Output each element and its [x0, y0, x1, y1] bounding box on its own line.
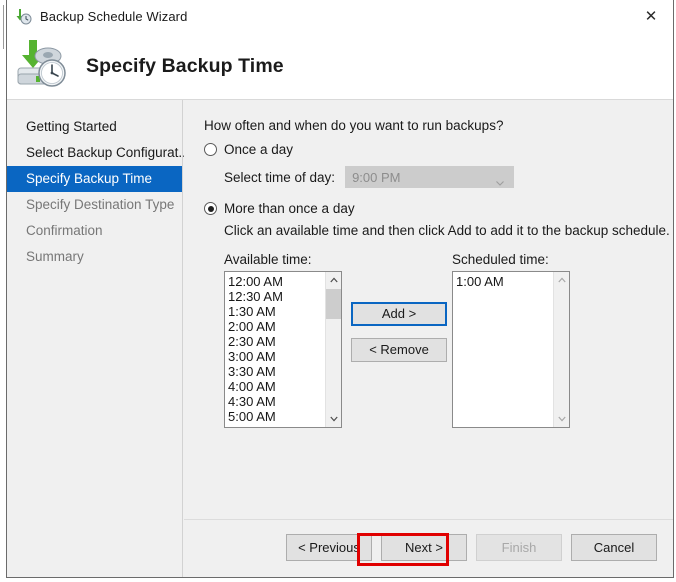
finish-button: Finish: [476, 534, 562, 561]
sidebar-item-label: Select Backup Configurat...: [26, 145, 190, 160]
next-button[interactable]: Next >: [381, 534, 467, 561]
scheduled-time-items: 1:00 AM: [453, 272, 552, 289]
list-item[interactable]: 1:00 AM: [456, 274, 552, 289]
available-time-label: Available time:: [224, 252, 312, 267]
radio-once-a-day[interactable]: Once a day: [204, 142, 673, 157]
list-item[interactable]: 12:30 AM: [228, 289, 324, 304]
sidebar-item-select-backup-configuration[interactable]: Select Backup Configurat...: [7, 140, 190, 166]
available-time-scrollbar[interactable]: [325, 272, 341, 427]
list-item[interactable]: 4:30 AM: [228, 394, 324, 409]
disk-drive-clock-icon: [12, 38, 74, 94]
page-title: Specify Backup Time: [86, 54, 284, 77]
radio-once-a-day-indicator: [204, 143, 217, 156]
list-item[interactable]: 4:00 AM: [228, 379, 324, 394]
sidebar-item-getting-started[interactable]: Getting Started: [7, 114, 182, 140]
radio-more-than-once-indicator: [204, 202, 217, 215]
wizard-footer: < Previous Next > Finish Cancel: [184, 519, 673, 577]
sidebar-item-label: Summary: [26, 249, 84, 264]
close-icon[interactable]: ✕: [629, 0, 673, 32]
sidebar-item-summary[interactable]: Summary: [7, 244, 182, 270]
scheduled-time-listbox[interactable]: 1:00 AM: [452, 271, 570, 428]
previous-button[interactable]: < Previous: [286, 534, 372, 561]
available-time-listbox[interactable]: 12:00 AM 12:30 AM 1:30 AM 2:00 AM 2:30 A…: [224, 271, 342, 428]
list-item[interactable]: 2:30 AM: [228, 334, 324, 349]
list-item[interactable]: 3:00 AM: [228, 349, 324, 364]
frequency-prompt: How often and when do you want to run ba…: [204, 118, 504, 133]
time-of-day-select[interactable]: 9:00 PM: [345, 166, 515, 188]
list-item[interactable]: 12:00 AM: [228, 274, 324, 289]
add-time-hint: Click an available time and then click A…: [224, 223, 670, 238]
backup-clock-icon: [13, 7, 33, 27]
sidebar-item-specify-destination-type[interactable]: Specify Destination Type: [7, 192, 182, 218]
scroll-down-icon[interactable]: [326, 411, 341, 427]
backup-schedule-wizard-window: Backup Schedule Wizard ✕ Specify Backup …: [0, 0, 676, 582]
time-of-day-value: 9:00 PM: [352, 169, 401, 185]
window-title: Backup Schedule Wizard: [40, 9, 188, 24]
list-item[interactable]: 3:30 AM: [228, 364, 324, 379]
main-content-pane: How often and when do you want to run ba…: [184, 100, 673, 519]
scheduled-time-scrollbar[interactable]: [553, 272, 569, 427]
scroll-up-icon[interactable]: [326, 272, 341, 288]
footer-button-group: < Previous Next > Finish Cancel: [286, 534, 657, 561]
radio-more-than-once-a-day[interactable]: More than once a day: [204, 201, 673, 216]
scroll-up-icon[interactable]: [554, 272, 569, 288]
time-of-day-row: Select time of day: 9:00 PM: [224, 166, 673, 188]
sidebar-item-label: Specify Destination Type: [26, 197, 175, 212]
header-banner: Specify Backup Time: [7, 33, 673, 100]
radio-more-than-once-label: More than once a day: [224, 201, 355, 216]
available-time-items: 12:00 AM 12:30 AM 1:30 AM 2:00 AM 2:30 A…: [225, 272, 324, 424]
time-of-day-label: Select time of day:: [224, 169, 336, 185]
close-glyph: ✕: [644, 6, 658, 25]
chevron-down-icon: [496, 175, 504, 186]
title-bar: Backup Schedule Wizard ✕: [7, 0, 673, 33]
transfer-buttons: Add > < Remove: [351, 302, 447, 362]
wizard-steps-sidebar: Getting Started Select Backup Configurat…: [7, 100, 190, 577]
list-item[interactable]: 5:00 AM: [228, 409, 324, 424]
available-time-column: Available time: 12:00 AM 12:30 AM 1:30 A…: [224, 252, 342, 428]
scheduled-time-column: Scheduled time: 1:00 AM: [452, 252, 570, 428]
time-selection-area: Available time: 12:00 AM 12:30 AM 1:30 A…: [224, 252, 664, 432]
window-edge-line: [0, 5, 4, 49]
sidebar-item-confirmation[interactable]: Confirmation: [7, 218, 182, 244]
sidebar-item-specify-backup-time[interactable]: Specify Backup Time: [7, 166, 182, 192]
sidebar-item-label: Specify Backup Time: [26, 171, 153, 186]
list-item[interactable]: 1:30 AM: [228, 304, 324, 319]
scrollbar-thumb[interactable]: [326, 289, 341, 319]
sidebar-item-label: Getting Started: [26, 119, 117, 134]
scheduled-time-label: Scheduled time:: [452, 252, 549, 267]
remove-button[interactable]: < Remove: [351, 338, 447, 362]
sidebar-item-label: Confirmation: [26, 223, 103, 238]
scroll-down-icon[interactable]: [554, 411, 569, 427]
add-button[interactable]: Add >: [351, 302, 447, 326]
list-item[interactable]: 2:00 AM: [228, 319, 324, 334]
radio-once-a-day-label: Once a day: [224, 142, 294, 157]
cancel-button[interactable]: Cancel: [571, 534, 657, 561]
